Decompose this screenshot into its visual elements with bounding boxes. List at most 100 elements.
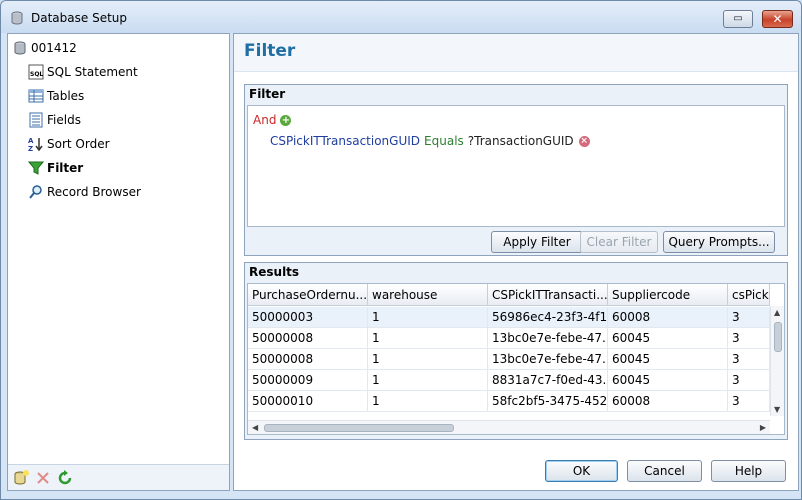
scroll-right-icon[interactable]: ▶	[760, 423, 766, 432]
table-cell: 3	[728, 391, 770, 411]
scroll-down-icon[interactable]: ▼	[774, 405, 780, 414]
sql-icon: SQL	[28, 64, 44, 80]
sort-az-icon: A Z	[28, 137, 43, 152]
query-prompts-button[interactable]: Query Prompts...	[663, 231, 775, 253]
clear-filter-button[interactable]: Clear Filter	[580, 231, 658, 253]
and-operator-link[interactable]: And	[253, 113, 276, 127]
column-header[interactable]: warehouse	[368, 284, 488, 306]
results-group-title: Results	[249, 265, 300, 279]
tree-root-database[interactable]: 001412	[12, 38, 77, 58]
help-button[interactable]: Help	[711, 460, 786, 482]
table-cell: 50000010	[248, 391, 368, 411]
table-cell: 50000009	[248, 370, 368, 390]
grid-header-row: PurchaseOrdernu... warehouse CSPickITTra…	[248, 284, 770, 306]
restore-button[interactable]: ▭	[723, 10, 753, 28]
ok-button[interactable]: OK	[545, 460, 618, 482]
horizontal-scroll-thumb[interactable]	[264, 424, 454, 432]
sidebar-toolbar	[8, 464, 229, 490]
sidebar-item-label: Sort Order	[47, 137, 110, 151]
table-cell: 58fc2bf5-3475-452...	[488, 391, 608, 411]
sidebar-item-filter[interactable]: Filter	[28, 158, 83, 178]
column-header[interactable]: CSPickITTransacti...	[488, 284, 608, 306]
table-cell: 1	[368, 349, 488, 369]
window-title: Database Setup	[31, 11, 127, 25]
column-header[interactable]: csPick	[728, 284, 770, 306]
table-row[interactable]: 50000010 1 58fc2bf5-3475-452... 60008 3	[248, 391, 770, 412]
table-cell: 50000003	[248, 307, 368, 327]
results-group: Results PurchaseOrdernu... warehouse CSP…	[244, 262, 788, 440]
sidebar-item-label: Fields	[47, 113, 81, 127]
table-cell: 50000008	[248, 328, 368, 348]
table-row[interactable]: 50000008 1 13bc0e7e-febe-47... 60045 3	[248, 349, 770, 370]
database-icon	[11, 11, 23, 25]
table-cell: 60045	[608, 349, 728, 369]
table-cell: 13bc0e7e-febe-47...	[488, 328, 608, 348]
sidebar-item-label: Filter	[47, 161, 84, 175]
sidebar-item-sql-statement[interactable]: SQL SQL Statement	[28, 62, 138, 82]
apply-filter-button[interactable]: Apply Filter	[491, 231, 583, 253]
table-cell: 1	[368, 370, 488, 390]
table-cell: 60008	[608, 391, 728, 411]
sidebar-tree: 001412 SQL SQL Statement Tables Fields A…	[7, 33, 230, 491]
results-grid[interactable]: PurchaseOrdernu... warehouse CSPickITTra…	[247, 283, 785, 435]
close-button[interactable]: ✕	[762, 10, 793, 28]
restore-icon: ▭	[733, 13, 743, 24]
content-panel: Filter Filter And + CSPickITTransactionG…	[233, 33, 799, 491]
page-header: Filter	[234, 34, 798, 72]
title-bar[interactable]: Database Setup ▭ ✕	[1, 1, 801, 33]
sidebar-item-tables[interactable]: Tables	[28, 86, 84, 106]
cancel-button[interactable]: Cancel	[627, 460, 702, 482]
table-row[interactable]: 50000009 1 8831a7c7-f0ed-43... 60045 3	[248, 370, 770, 391]
vertical-scroll-thumb[interactable]	[774, 322, 782, 352]
table-cell: 3	[728, 307, 770, 327]
add-condition-icon[interactable]: +	[280, 114, 292, 126]
tree-root-label: 001412	[31, 41, 77, 55]
filter-expression-area[interactable]: And + CSPickITTransactionGUID Equals ?Tr…	[247, 105, 785, 227]
scroll-up-icon[interactable]: ▲	[774, 308, 780, 317]
and-row: And +	[253, 113, 292, 127]
sidebar-item-label: Record Browser	[47, 185, 141, 199]
condition-operator-link[interactable]: Equals	[424, 134, 464, 148]
sidebar-item-fields[interactable]: Fields	[28, 110, 81, 130]
sidebar-item-sort-order[interactable]: A Z Sort Order	[28, 134, 110, 154]
table-cell: 60008	[608, 307, 728, 327]
scroll-left-icon[interactable]: ◀	[252, 423, 258, 432]
table-row[interactable]: 50000008 1 13bc0e7e-febe-47... 60045 3	[248, 328, 770, 349]
close-icon: ✕	[772, 12, 783, 26]
table-cell: 60045	[608, 328, 728, 348]
table-cell: 3	[728, 328, 770, 348]
svg-text:SQL: SQL	[30, 71, 43, 78]
refresh-icon[interactable]	[56, 469, 74, 487]
database-icon	[14, 41, 26, 55]
page-title: Filter	[244, 41, 296, 61]
sidebar-item-label: SQL Statement	[47, 65, 138, 79]
table-cell: 1	[368, 391, 488, 411]
table-row[interactable]: 50000003 1 56986ec4-23f3-4f1... 60008 3	[248, 307, 770, 328]
magnifier-icon	[29, 185, 42, 199]
column-header[interactable]: PurchaseOrdernu...	[248, 284, 368, 306]
condition-field-link[interactable]: CSPickITTransactionGUID	[270, 134, 420, 148]
delete-icon[interactable]	[34, 469, 52, 487]
condition-value-link[interactable]: ?TransactionGUID	[468, 134, 574, 148]
vertical-scrollbar[interactable]: ▲ ▼	[770, 306, 784, 416]
database-setup-window: Database Setup ▭ ✕ 001412 SQL SQL Statem…	[0, 0, 802, 500]
horizontal-scrollbar[interactable]: ◀ ▶	[248, 420, 770, 434]
table-cell: 3	[728, 349, 770, 369]
remove-condition-icon[interactable]: ×	[578, 135, 590, 147]
fields-icon	[29, 112, 43, 128]
filter-group: Filter And + CSPickITTransactionGUID Equ…	[244, 84, 788, 256]
table-cell: 8831a7c7-f0ed-43...	[488, 370, 608, 390]
table-cell: 56986ec4-23f3-4f1...	[488, 307, 608, 327]
grid-body: 50000003 1 56986ec4-23f3-4f1... 60008 3 …	[248, 307, 770, 412]
sidebar-item-record-browser[interactable]: Record Browser	[28, 182, 141, 202]
table-cell: 13bc0e7e-febe-47...	[488, 349, 608, 369]
filter-condition: CSPickITTransactionGUID Equals ?Transact…	[270, 134, 590, 148]
sidebar-item-label: Tables	[47, 89, 85, 103]
column-header[interactable]: Suppliercode	[608, 284, 728, 306]
filter-group-title: Filter	[249, 87, 286, 101]
table-cell: 1	[368, 307, 488, 327]
table-icon	[28, 89, 44, 103]
svg-text:A: A	[28, 137, 34, 145]
table-cell: 60045	[608, 370, 728, 390]
add-database-icon[interactable]	[12, 469, 30, 487]
